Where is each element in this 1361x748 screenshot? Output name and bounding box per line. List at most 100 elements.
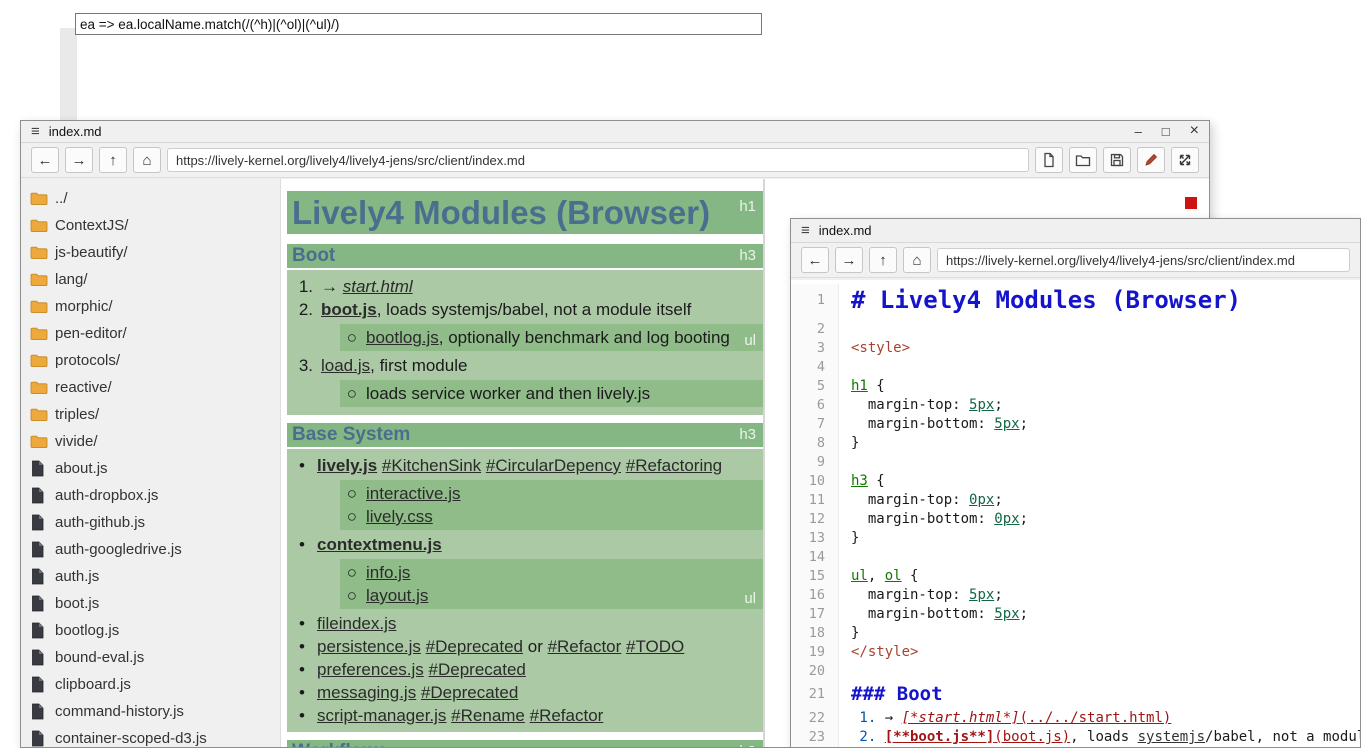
file-list-item[interactable]: reactive/: [21, 374, 280, 401]
window-title: index.md: [819, 223, 872, 238]
ordered-list-boot: 1. → start.html 2. boot.js, loads system…: [287, 270, 763, 415]
file-list-item[interactable]: container-scoped-d3.js: [21, 725, 280, 747]
link-persistence-js[interactable]: persistence.js: [317, 637, 421, 656]
file-list-item[interactable]: js-beautify/: [21, 239, 280, 266]
red-marker: [1185, 197, 1197, 209]
url-input[interactable]: [167, 148, 1029, 172]
file-list-item[interactable]: auth-dropbox.js: [21, 482, 280, 509]
file-icon: [30, 649, 48, 666]
file-list-item[interactable]: pen-editor/: [21, 320, 280, 347]
link-tag-kitchensink[interactable]: #KitchenSink: [382, 456, 481, 475]
link-tag-refactor[interactable]: #Refactor: [548, 637, 622, 656]
file-list-item[interactable]: auth-googledrive.js: [21, 536, 280, 563]
code-line: 13}: [791, 529, 1360, 548]
home-button[interactable]: ⌂: [133, 147, 161, 173]
content-scrollbar[interactable]: [763, 179, 765, 747]
link-layout-js[interactable]: layout.js: [366, 586, 428, 605]
link-messaging-js[interactable]: messaging.js: [317, 683, 416, 702]
forward-button[interactable]: →: [65, 147, 93, 173]
file-list-item[interactable]: bound-eval.js: [21, 644, 280, 671]
link-interactive-js[interactable]: interactive.js: [366, 484, 460, 503]
file-icon: [30, 568, 48, 585]
element-filter-input[interactable]: [75, 13, 762, 35]
file-list-item[interactable]: lang/: [21, 266, 280, 293]
file-list-item[interactable]: ../: [21, 185, 280, 212]
link-tag-deprecated[interactable]: #Deprecated: [426, 637, 523, 656]
file-list-item[interactable]: about.js: [21, 455, 280, 482]
close-button[interactable]: ×: [1190, 124, 1199, 139]
file-list-item[interactable]: clipboard.js: [21, 671, 280, 698]
link-tag-deprecated[interactable]: #Deprecated: [421, 683, 518, 702]
window-titlebar[interactable]: ≡ index.md – □ ×: [21, 121, 1209, 143]
tag-label-h3: h3: [739, 248, 756, 264]
line-number: 15: [791, 567, 839, 586]
save-button[interactable]: [1103, 147, 1131, 173]
code-line: 7 margin-bottom: 5px;: [791, 415, 1360, 434]
link-start-html[interactable]: start.html: [343, 277, 413, 296]
file-list-item-label: auth-googledrive.js: [55, 541, 182, 558]
file-list-item-label: ContextJS/: [55, 217, 128, 234]
list-item: • fileindex.js: [287, 612, 763, 635]
line-number: 1: [791, 284, 839, 320]
edit-button[interactable]: [1137, 147, 1165, 173]
list-item: • contextmenu.js: [287, 533, 763, 556]
link-info-js[interactable]: info.js: [366, 563, 410, 582]
list-item: ○ interactive.js: [340, 482, 763, 505]
new-file-icon: [1041, 152, 1057, 168]
code-editor[interactable]: 1# Lively4 Modules (Browser)23<style>45h…: [791, 280, 1360, 747]
back-button[interactable]: ←: [801, 247, 829, 273]
link-boot-js[interactable]: boot.js: [321, 300, 377, 319]
file-list-item[interactable]: command-history.js: [21, 698, 280, 725]
window-title: index.md: [49, 124, 102, 139]
file-list-item[interactable]: auth.js: [21, 563, 280, 590]
link-script-manager-js[interactable]: script-manager.js: [317, 706, 446, 725]
line-number: 18: [791, 624, 839, 643]
up-button[interactable]: ↑: [869, 247, 897, 273]
link-tag-deprecated[interactable]: #Deprecated: [429, 660, 526, 679]
new-file-button[interactable]: [1035, 147, 1063, 173]
file-list-item-label: ../: [55, 190, 68, 207]
file-list-item[interactable]: ContextJS/: [21, 212, 280, 239]
tag-label-h3: h3: [739, 427, 756, 443]
file-list-item[interactable]: morphic/: [21, 293, 280, 320]
file-list-item[interactable]: vivide/: [21, 428, 280, 455]
link-contextmenu-js[interactable]: contextmenu.js: [317, 535, 442, 554]
forward-button[interactable]: →: [835, 247, 863, 273]
window-menu-icon[interactable]: ≡: [801, 223, 810, 238]
file-list-item-label: vivide/: [55, 433, 98, 450]
file-list-item[interactable]: triples/: [21, 401, 280, 428]
line-number: 12: [791, 510, 839, 529]
open-folder-button[interactable]: [1069, 147, 1097, 173]
link-tag-circulardepency[interactable]: #CircularDepency: [486, 456, 621, 475]
up-button[interactable]: ↑: [99, 147, 127, 173]
link-tag-todo[interactable]: #TODO: [626, 637, 684, 656]
file-list-item[interactable]: bootlog.js: [21, 617, 280, 644]
minimize-button[interactable]: –: [1135, 124, 1142, 139]
file-list-item[interactable]: protocols/: [21, 347, 280, 374]
file-icon: [30, 595, 48, 612]
fullscreen-button[interactable]: [1171, 147, 1199, 173]
link-lively-js[interactable]: lively.js: [317, 456, 377, 475]
file-list-item-label: container-scoped-d3.js: [55, 730, 207, 747]
window-titlebar[interactable]: ≡ index.md: [791, 219, 1360, 243]
code-lines: 1# Lively4 Modules (Browser)23<style>45h…: [791, 284, 1360, 747]
home-button[interactable]: ⌂: [903, 247, 931, 273]
list-item: 2. boot.js, loads systemjs/babel, not a …: [287, 298, 763, 321]
link-tag-rename[interactable]: #Rename: [451, 706, 525, 725]
line-number: 21: [791, 681, 839, 709]
maximize-button[interactable]: □: [1162, 124, 1170, 139]
link-tag-refactor[interactable]: #Refactor: [530, 706, 604, 725]
link-tag-refactoring[interactable]: #Refactoring: [626, 456, 722, 475]
list-item: • preferences.js #Deprecated: [287, 658, 763, 681]
link-lively-css[interactable]: lively.css: [366, 507, 433, 526]
link-load-js[interactable]: load.js: [321, 356, 370, 375]
link-fileindex-js[interactable]: fileindex.js: [317, 614, 396, 633]
file-list-item[interactable]: boot.js: [21, 590, 280, 617]
file-list-item-label: bound-eval.js: [55, 649, 144, 666]
window-menu-icon[interactable]: ≡: [31, 124, 40, 139]
file-list-item[interactable]: auth-github.js: [21, 509, 280, 536]
back-button[interactable]: ←: [31, 147, 59, 173]
link-bootlog-js[interactable]: bootlog.js: [366, 328, 439, 347]
url-input[interactable]: [937, 248, 1350, 272]
link-preferences-js[interactable]: preferences.js: [317, 660, 424, 679]
